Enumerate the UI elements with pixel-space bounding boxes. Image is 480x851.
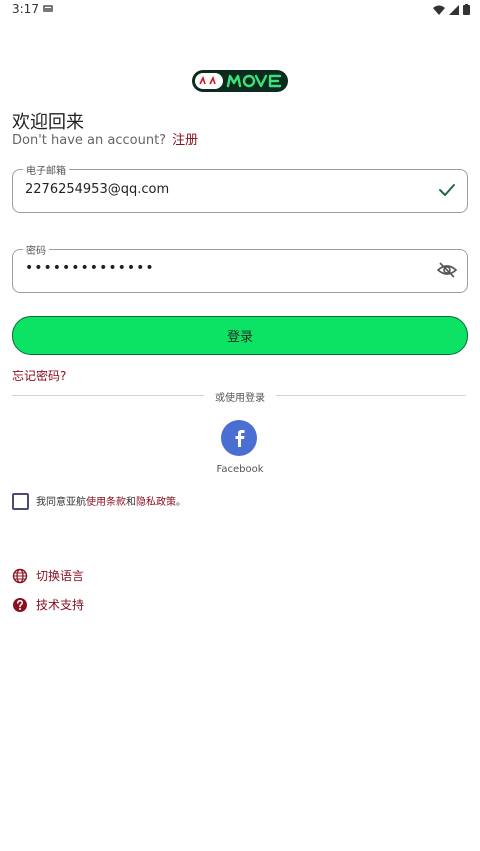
password-label: 密码 (23, 242, 49, 257)
divider-right (276, 395, 466, 396)
password-field[interactable]: 密码 •••••••••••••• (12, 242, 468, 293)
airasia-move-logo (192, 70, 288, 92)
social-divider-text: 或使用登录 (215, 393, 265, 404)
email-field[interactable]: 电子邮箱 2276254953@qq.com (12, 162, 468, 213)
facebook-label: Facebook (216, 464, 264, 475)
switch-language-label: 切换语言 (36, 569, 85, 583)
terms-text: 我同意亚航使用条款和隐私政策。 (36, 493, 186, 508)
terms-prefix: 我同意亚航 (36, 497, 86, 508)
battery-icon (463, 4, 470, 15)
email-value[interactable]: 2276254953@qq.com (25, 182, 169, 197)
signal-icon (449, 4, 459, 15)
facebook-icon (235, 430, 245, 447)
terms-checkbox[interactable] (12, 493, 29, 510)
wifi-icon (433, 5, 445, 15)
check-icon (439, 184, 455, 196)
status-time: 3:17 (12, 2, 39, 16)
eye-off-icon[interactable] (437, 260, 457, 280)
no-account-text: Don't have an account? (12, 133, 167, 148)
password-value[interactable]: •••••••••••••• (25, 260, 155, 276)
forgot-password-link[interactable]: 忘记密码? (12, 367, 66, 384)
help-icon (13, 597, 27, 612)
tech-support-label: 技术支持 (36, 598, 85, 612)
switch-language-button[interactable]: 切换语言 (12, 567, 84, 584)
status-icons (433, 4, 470, 15)
globe-icon (12, 568, 28, 583)
facebook-login-button[interactable] (221, 420, 257, 456)
terms-suffix: 。 (176, 497, 186, 508)
login-button-label: 登录 (226, 330, 253, 345)
login-button[interactable]: 登录 (12, 316, 468, 355)
tech-support-button[interactable]: 技术支持 (12, 596, 84, 613)
terms-of-use-link[interactable]: 使用条款 (86, 497, 126, 508)
email-label: 电子邮箱 (23, 162, 69, 177)
terms-and: 和 (126, 497, 136, 508)
signup-row: Don't have an account? 注册 (12, 129, 198, 148)
privacy-policy-link[interactable]: 隐私政策 (136, 497, 176, 508)
notification-icon (43, 5, 53, 12)
signup-link[interactable]: 注册 (172, 133, 198, 148)
status-bar: 3:17 (0, 0, 480, 20)
